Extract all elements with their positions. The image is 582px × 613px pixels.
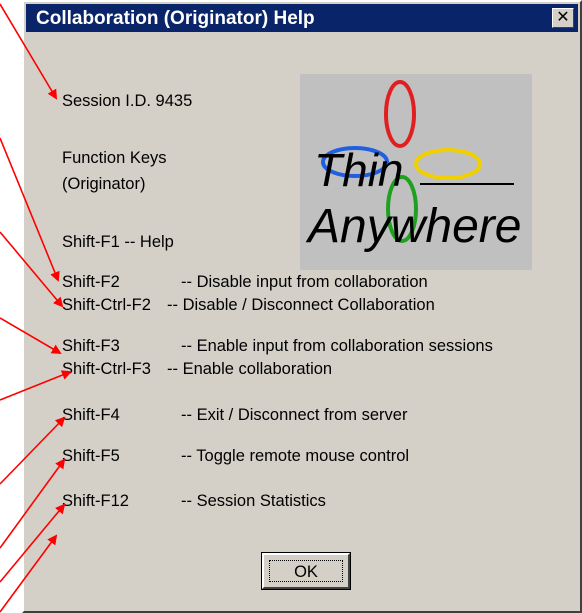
close-icon: ✕ — [556, 9, 570, 26]
shortcut-key: Shift-F2 — [62, 273, 120, 291]
shortcut-description: -- Toggle remote mouse control — [181, 447, 410, 465]
shortcut-key: Shift-F3 — [62, 337, 120, 355]
title-bar[interactable]: Collaboration (Originator) Help ✕ — [26, 4, 578, 32]
shortcut-description: -- Enable collaboration — [167, 360, 333, 378]
function-keys-heading: Function Keys — [62, 149, 167, 167]
shortcut-description: -- Exit / Disconnect from server — [181, 406, 408, 424]
shortcut-key: Shift-F5 — [62, 447, 120, 465]
shortcut-key: Shift-F4 — [62, 406, 120, 424]
thinanywhere-logo: Thin Anywhere — [300, 74, 532, 270]
shortcut-description: -- Session Statistics — [181, 492, 326, 510]
logo-petal-yellow — [414, 148, 482, 180]
logo-text-anywhere: Anywhere — [305, 200, 521, 253]
logo-graphic: Thin Anywhere — [305, 80, 521, 253]
help-dialog: Collaboration (Originator) Help ✕ Sessio… — [22, 0, 582, 613]
ok-label: OK — [269, 560, 343, 582]
ok-button[interactable]: OK — [261, 552, 351, 590]
function-keys-subheading: (Originator) — [62, 175, 146, 193]
logo-text-thin: Thin — [314, 144, 403, 196]
shortcut-description: -- Enable input from collaboration sessi… — [181, 337, 493, 355]
dialog-title: Collaboration (Originator) Help — [36, 8, 315, 29]
logo-petal-red — [384, 80, 416, 148]
shortcut-key: Shift-F12 — [62, 492, 129, 510]
help-shortcut-line: Shift-F1 -- Help — [62, 233, 174, 251]
close-button[interactable]: ✕ — [552, 8, 574, 28]
shortcut-description: -- Disable / Disconnect Collaboration — [167, 296, 435, 314]
shortcut-key: Shift-Ctrl-F3 — [62, 360, 151, 378]
shortcut-key: Shift-Ctrl-F2 — [62, 296, 151, 314]
shortcut-description: -- Disable input from collaboration — [181, 273, 428, 291]
session-id-label: Session I.D. 9435 — [62, 92, 193, 110]
